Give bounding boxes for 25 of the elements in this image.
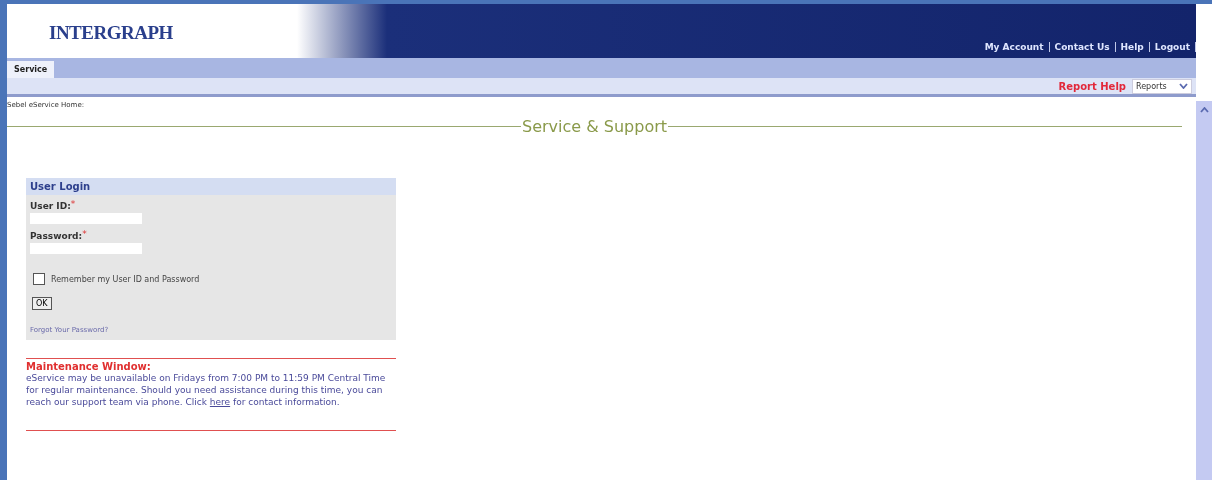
required-mark: * — [70, 199, 76, 209]
field-label: User ID: — [30, 201, 71, 211]
logo: INTERGRAPH — [49, 22, 173, 44]
scroll-up-icon[interactable] — [1199, 107, 1209, 113]
page-title: Service & Support — [521, 117, 668, 136]
field-label: Password: — [30, 231, 83, 241]
reports-dropdown[interactable]: Reports — [1132, 78, 1192, 94]
notice-title: Maintenance Window: — [26, 361, 152, 372]
header-link[interactable]: My Account — [979, 42, 1050, 52]
input-field[interactable] — [30, 243, 142, 254]
header-link[interactable]: Help — [1115, 42, 1150, 52]
checkbox-label: Remember my User ID and Password — [51, 274, 200, 284]
notice-text: eService may be unavailable on Fridays from 7:00 PM to 11:59 PM Central Time for regular maintenance. Should you need assistance during this time, you can reach our support team via phone. Click here for contact information. — [26, 372, 387, 408]
scrollbar[interactable] — [1196, 101, 1212, 480]
tab[interactable]: Service — [7, 61, 55, 78]
checkbox[interactable] — [33, 273, 45, 285]
ok-button[interactable]: OK — [32, 297, 52, 310]
header-link[interactable]: Contact Us — [1049, 42, 1116, 52]
input-field[interactable] — [30, 213, 142, 224]
dropdown-caret-icon — [1179, 83, 1188, 89]
required-mark: * — [82, 229, 87, 239]
login-header: User Login — [26, 178, 396, 195]
report-help-link[interactable]: Report Help — [1058, 80, 1126, 92]
contact-link[interactable]: here — [209, 397, 231, 407]
header-link[interactable]: Logout — [1149, 42, 1196, 52]
